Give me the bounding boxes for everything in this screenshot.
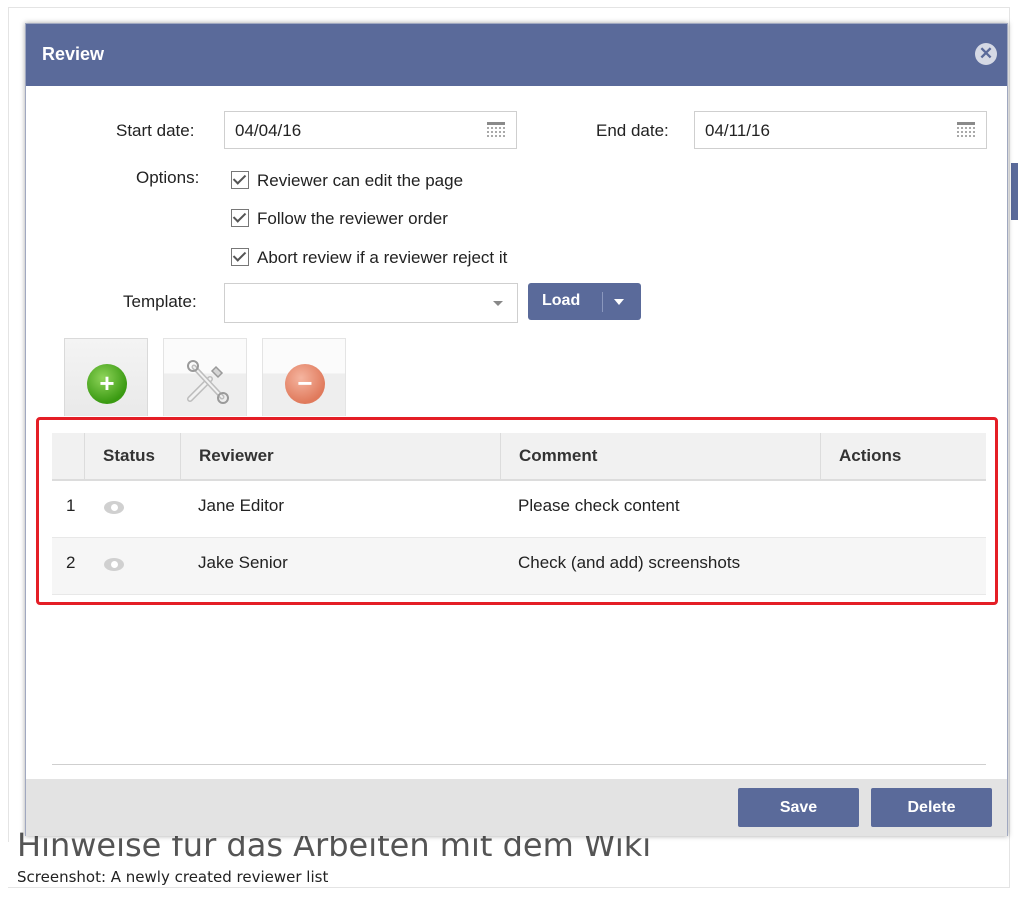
dialog-title: Review [42, 44, 105, 64]
review-dialog: Review ✕ Start date: 04/04/16 End date: … [25, 23, 1008, 836]
chevron-down-icon [493, 301, 503, 306]
reviewer-name: Jake Senior [198, 553, 288, 572]
row-number: 2 [66, 553, 76, 572]
option-follow-reviewer-order[interactable]: Follow the reviewer order [231, 209, 448, 229]
reviewer-comment: Check (and add) screenshots [518, 553, 741, 572]
option-label: Abort review if a reviewer reject it [257, 248, 508, 267]
reviewer-comment: Please check content [518, 496, 680, 515]
column-header-status[interactable]: Status [84, 433, 180, 479]
plus-circle-icon: + [87, 364, 127, 404]
remove-reviewer-button[interactable]: − [262, 338, 346, 416]
reviewer-grid: Status Reviewer Comment Actions 1 Jane E… [52, 433, 986, 595]
minus-circle-icon: − [285, 364, 325, 404]
page-frame-right [1009, 7, 1010, 887]
column-header-actions[interactable]: Actions [820, 433, 986, 479]
screenshot-caption: Screenshot: A newly created reviewer lis… [17, 868, 329, 886]
chevron-down-icon[interactable] [614, 299, 624, 305]
column-header-reviewer[interactable]: Reviewer [180, 433, 500, 479]
table-row[interactable]: 2 Jake Senior Check (and add) screenshot… [52, 538, 986, 595]
checkbox-checked[interactable] [231, 248, 249, 266]
start-date-field[interactable]: 04/04/16 [224, 111, 517, 149]
save-button[interactable]: Save [738, 788, 859, 827]
calendar-icon[interactable] [487, 122, 505, 138]
dialog-footer: Save Delete [26, 779, 1007, 836]
option-label: Reviewer can edit the page [257, 171, 464, 190]
end-date-value: 04/11/16 [705, 121, 770, 140]
edit-reviewer-button[interactable] [163, 338, 247, 416]
side-tab[interactable] [1011, 163, 1018, 220]
end-date-label: End date: [596, 121, 669, 140]
template-label: Template: [123, 292, 197, 311]
column-header-number [52, 433, 84, 479]
option-abort-review[interactable]: Abort review if a reviewer reject it [231, 248, 507, 268]
checkbox-checked[interactable] [231, 171, 249, 189]
grid-header: Status Reviewer Comment Actions [52, 433, 986, 481]
start-date-value: 04/04/16 [235, 121, 302, 140]
wrench-screwdriver-icon [187, 360, 229, 404]
checkbox-checked[interactable] [231, 209, 249, 227]
close-icon[interactable]: ✕ [975, 43, 997, 65]
reviewer-name: Jane Editor [198, 496, 284, 515]
end-date-field[interactable]: 04/11/16 [694, 111, 987, 149]
eye-icon [104, 558, 124, 571]
page-frame-bottom [8, 887, 1010, 888]
row-number: 1 [66, 496, 76, 515]
eye-icon [104, 501, 124, 514]
footer-divider [52, 764, 986, 765]
column-header-comment[interactable]: Comment [500, 433, 820, 479]
page-frame-left [8, 7, 9, 842]
table-row[interactable]: 1 Jane Editor Please check content [52, 481, 986, 538]
template-select[interactable] [224, 283, 518, 323]
delete-button[interactable]: Delete [871, 788, 992, 827]
load-split-button[interactable]: Load [528, 283, 641, 320]
split-divider [602, 292, 603, 312]
page-frame-top [8, 7, 1010, 8]
options-label: Options: [136, 168, 200, 187]
add-reviewer-button[interactable]: + [64, 338, 148, 416]
calendar-icon[interactable] [957, 122, 975, 138]
start-date-label: Start date: [116, 121, 195, 140]
dialog-titlebar: Review ✕ [26, 24, 1007, 86]
load-button[interactable]: Load [542, 292, 580, 310]
option-label: Follow the reviewer order [257, 209, 448, 228]
option-reviewer-can-edit[interactable]: Reviewer can edit the page [231, 171, 463, 191]
